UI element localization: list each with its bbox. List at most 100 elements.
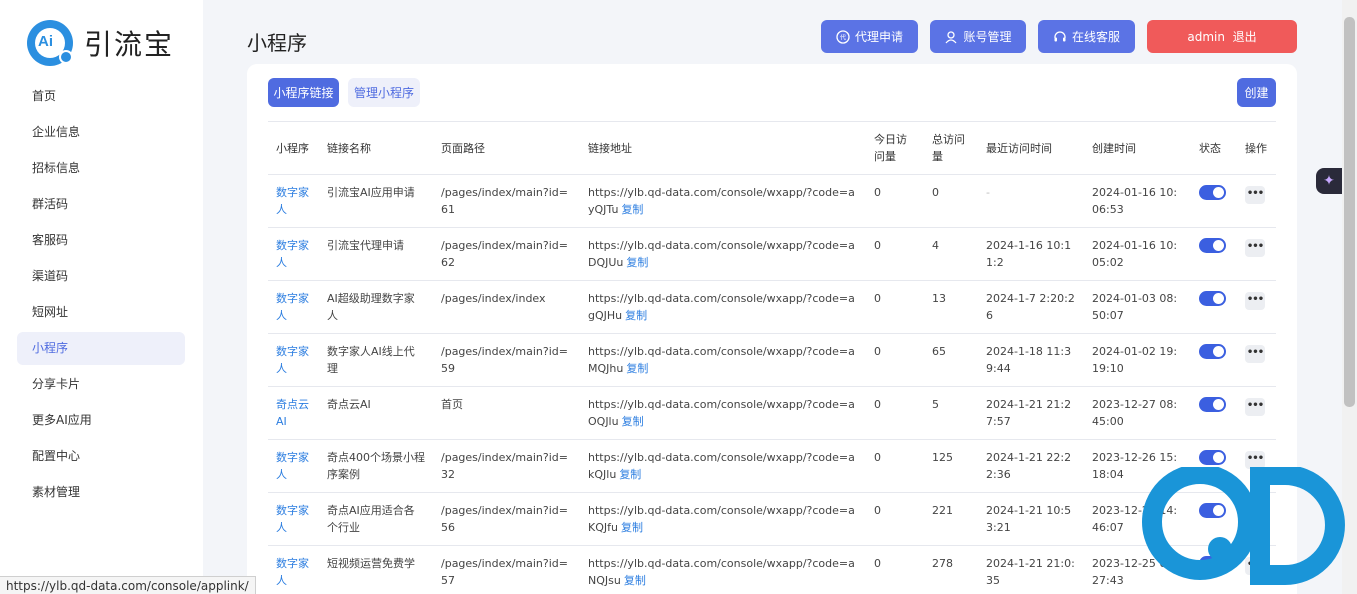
today-visits: 0 xyxy=(866,492,924,546)
ai-assistant-icon[interactable]: ✦ xyxy=(1316,168,1342,194)
copy-link[interactable]: 复制 xyxy=(622,415,644,428)
copy-link[interactable]: 复制 xyxy=(626,256,648,269)
today-visits: 0 xyxy=(866,174,924,228)
today-visits: 0 xyxy=(866,545,924,594)
col-app: 小程序 xyxy=(268,121,319,175)
table-header: 小程序 链接名称 页面路径 链接地址 今日访问量 总访问量 最近访问时间 创建时… xyxy=(268,121,1276,175)
status-toggle[interactable] xyxy=(1199,185,1226,200)
miniapp-link[interactable]: 奇点云AI xyxy=(268,386,319,440)
more-icon[interactable]: ••• xyxy=(1245,239,1265,257)
status-toggle[interactable] xyxy=(1199,397,1226,412)
page-path: /pages/index/main?id=59 xyxy=(433,333,580,387)
total-visits: 221 xyxy=(924,492,978,546)
sidebar-item[interactable]: 配置中心 xyxy=(17,440,185,473)
create-button[interactable]: 创建 xyxy=(1237,78,1276,107)
total-visits: 65 xyxy=(924,333,978,387)
page-title: 小程序 xyxy=(247,31,307,55)
link-url-cell: https://ylb.qd-data.com/console/wxapp/?c… xyxy=(580,174,866,228)
miniapp-link[interactable]: 数字家人 xyxy=(268,280,319,334)
sidebar-item[interactable]: 首页 xyxy=(17,80,185,113)
logout-button[interactable]: admin 退出 xyxy=(1147,20,1297,53)
page-path: 首页 xyxy=(433,386,580,440)
sidebar-item[interactable]: 小程序 xyxy=(17,332,185,365)
status-toggle[interactable] xyxy=(1199,238,1226,253)
miniapp-link[interactable]: 数字家人 xyxy=(268,333,319,387)
scrollbar-thumb[interactable] xyxy=(1344,17,1355,407)
brand-name: 引流宝 xyxy=(84,28,175,61)
table-row: 数字家人 引流宝代理申请/pages/index/main?id=62 https:… xyxy=(268,227,1276,281)
copy-link[interactable]: 复制 xyxy=(626,362,648,375)
link-url-cell: https://ylb.qd-data.com/console/wxapp/?c… xyxy=(580,333,866,387)
link-name: 奇点400个场景小程序案例 xyxy=(319,439,433,493)
sidebar-item[interactable]: 招标信息 xyxy=(17,152,185,185)
miniapp-link[interactable]: 数字家人 xyxy=(268,227,319,281)
link-url-cell: https://ylb.qd-data.com/console/wxapp/?c… xyxy=(580,545,866,594)
logo-icon: Ai xyxy=(27,20,73,66)
sidebar-item[interactable]: 分享卡片 xyxy=(17,368,185,401)
today-visits: 0 xyxy=(866,439,924,493)
copy-link[interactable]: 复制 xyxy=(624,574,646,587)
status-cell xyxy=(1191,174,1237,228)
status-cell xyxy=(1191,333,1237,387)
total-visits: 0 xyxy=(924,174,978,228)
sidebar-item[interactable]: 素材管理 xyxy=(17,476,185,509)
sidebar-item[interactable]: 群活码 xyxy=(17,188,185,221)
action-cell: ••• xyxy=(1237,280,1276,334)
agent-apply-button[interactable]: 代 代理申请 xyxy=(821,20,918,53)
copy-link[interactable]: 复制 xyxy=(621,521,643,534)
last-visit-time: 2024-1-21 21:0:35 xyxy=(978,545,1084,594)
status-cell xyxy=(1191,227,1237,281)
svg-text:代: 代 xyxy=(840,33,846,41)
copy-link[interactable]: 复制 xyxy=(619,468,641,481)
link-name: 奇点云AI xyxy=(319,386,433,440)
last-visit-time: 2024-1-21 10:53:21 xyxy=(978,492,1084,546)
miniapp-link[interactable]: 数字家人 xyxy=(268,439,319,493)
sidebar-item[interactable]: 客服码 xyxy=(17,224,185,257)
tab-miniapp-links[interactable]: 小程序链接 xyxy=(268,78,339,107)
status-toggle[interactable] xyxy=(1199,291,1226,306)
created-time: 2024-01-16 10:05:02 xyxy=(1084,227,1191,281)
link-name: 引流宝AI应用申请 xyxy=(319,174,433,228)
more-icon[interactable]: ••• xyxy=(1245,186,1265,204)
miniapp-link[interactable]: 数字家人 xyxy=(268,492,319,546)
more-icon[interactable]: ••• xyxy=(1245,292,1265,310)
total-visits: 5 xyxy=(924,386,978,440)
status-toggle[interactable] xyxy=(1199,450,1226,465)
status-cell xyxy=(1191,386,1237,440)
col-last-visit: 最近访问时间 xyxy=(978,121,1084,175)
sidebar-item[interactable]: 渠道码 xyxy=(17,260,185,293)
links-table: 小程序 链接名称 页面路径 链接地址 今日访问量 总访问量 最近访问时间 创建时… xyxy=(268,121,1276,594)
more-icon[interactable]: ••• xyxy=(1245,398,1265,416)
sidebar: Ai 引流宝 首页 企业信息 招标信息 群活码 客服码 渠道码 短网址 小程序 分享卡片 更多AI… xyxy=(0,0,203,594)
logo[interactable]: Ai 引流宝 xyxy=(27,20,174,66)
status-toggle[interactable] xyxy=(1199,344,1226,359)
table-row: 奇点云AI 奇点云AI 首页 https://ylb.qd-data.com/cons… xyxy=(268,386,1276,440)
total-visits: 4 xyxy=(924,227,978,281)
online-support-button[interactable]: 在线客服 xyxy=(1038,20,1135,53)
created-time: 2023-12-27 08:45:00 xyxy=(1084,386,1191,440)
today-visits: 0 xyxy=(866,280,924,334)
agent-icon: 代 xyxy=(836,29,850,44)
copy-link[interactable]: 复制 xyxy=(625,309,647,322)
sidebar-item[interactable]: 更多AI应用 xyxy=(17,404,185,437)
sidebar-item[interactable]: 短网址 xyxy=(17,296,185,329)
action-cell: ••• xyxy=(1237,333,1276,387)
link-url-cell: https://ylb.qd-data.com/console/wxapp/?c… xyxy=(580,280,866,334)
page-path: /pages/index/index xyxy=(433,280,580,334)
miniapp-link[interactable]: 数字家人 xyxy=(268,545,319,594)
more-icon[interactable]: ••• xyxy=(1245,345,1265,363)
today-visits: 0 xyxy=(866,333,924,387)
page-path: /pages/index/main?id=32 xyxy=(433,439,580,493)
miniapp-link[interactable]: 数字家人 xyxy=(268,174,319,228)
page-path: /pages/index/main?id=56 xyxy=(433,492,580,546)
account-management-button[interactable]: 账号管理 xyxy=(930,20,1026,53)
table-row: 数字家人 数字家人AI线上代理/pages/index/main?id=59 htt… xyxy=(268,333,1276,387)
col-path: 页面路径 xyxy=(433,121,580,175)
tab-manage-miniapp[interactable]: 管理小程序 xyxy=(348,78,420,107)
col-today: 今日访问量 xyxy=(866,121,924,175)
sidebar-item[interactable]: 企业信息 xyxy=(17,116,185,149)
col-name: 链接名称 xyxy=(319,121,433,175)
table-row: 数字家人 引流宝AI应用申请/pages/index/main?id=61 http… xyxy=(268,174,1276,228)
copy-link[interactable]: 复制 xyxy=(621,203,643,216)
link-name: AI超级助理数字家人 xyxy=(319,280,433,334)
